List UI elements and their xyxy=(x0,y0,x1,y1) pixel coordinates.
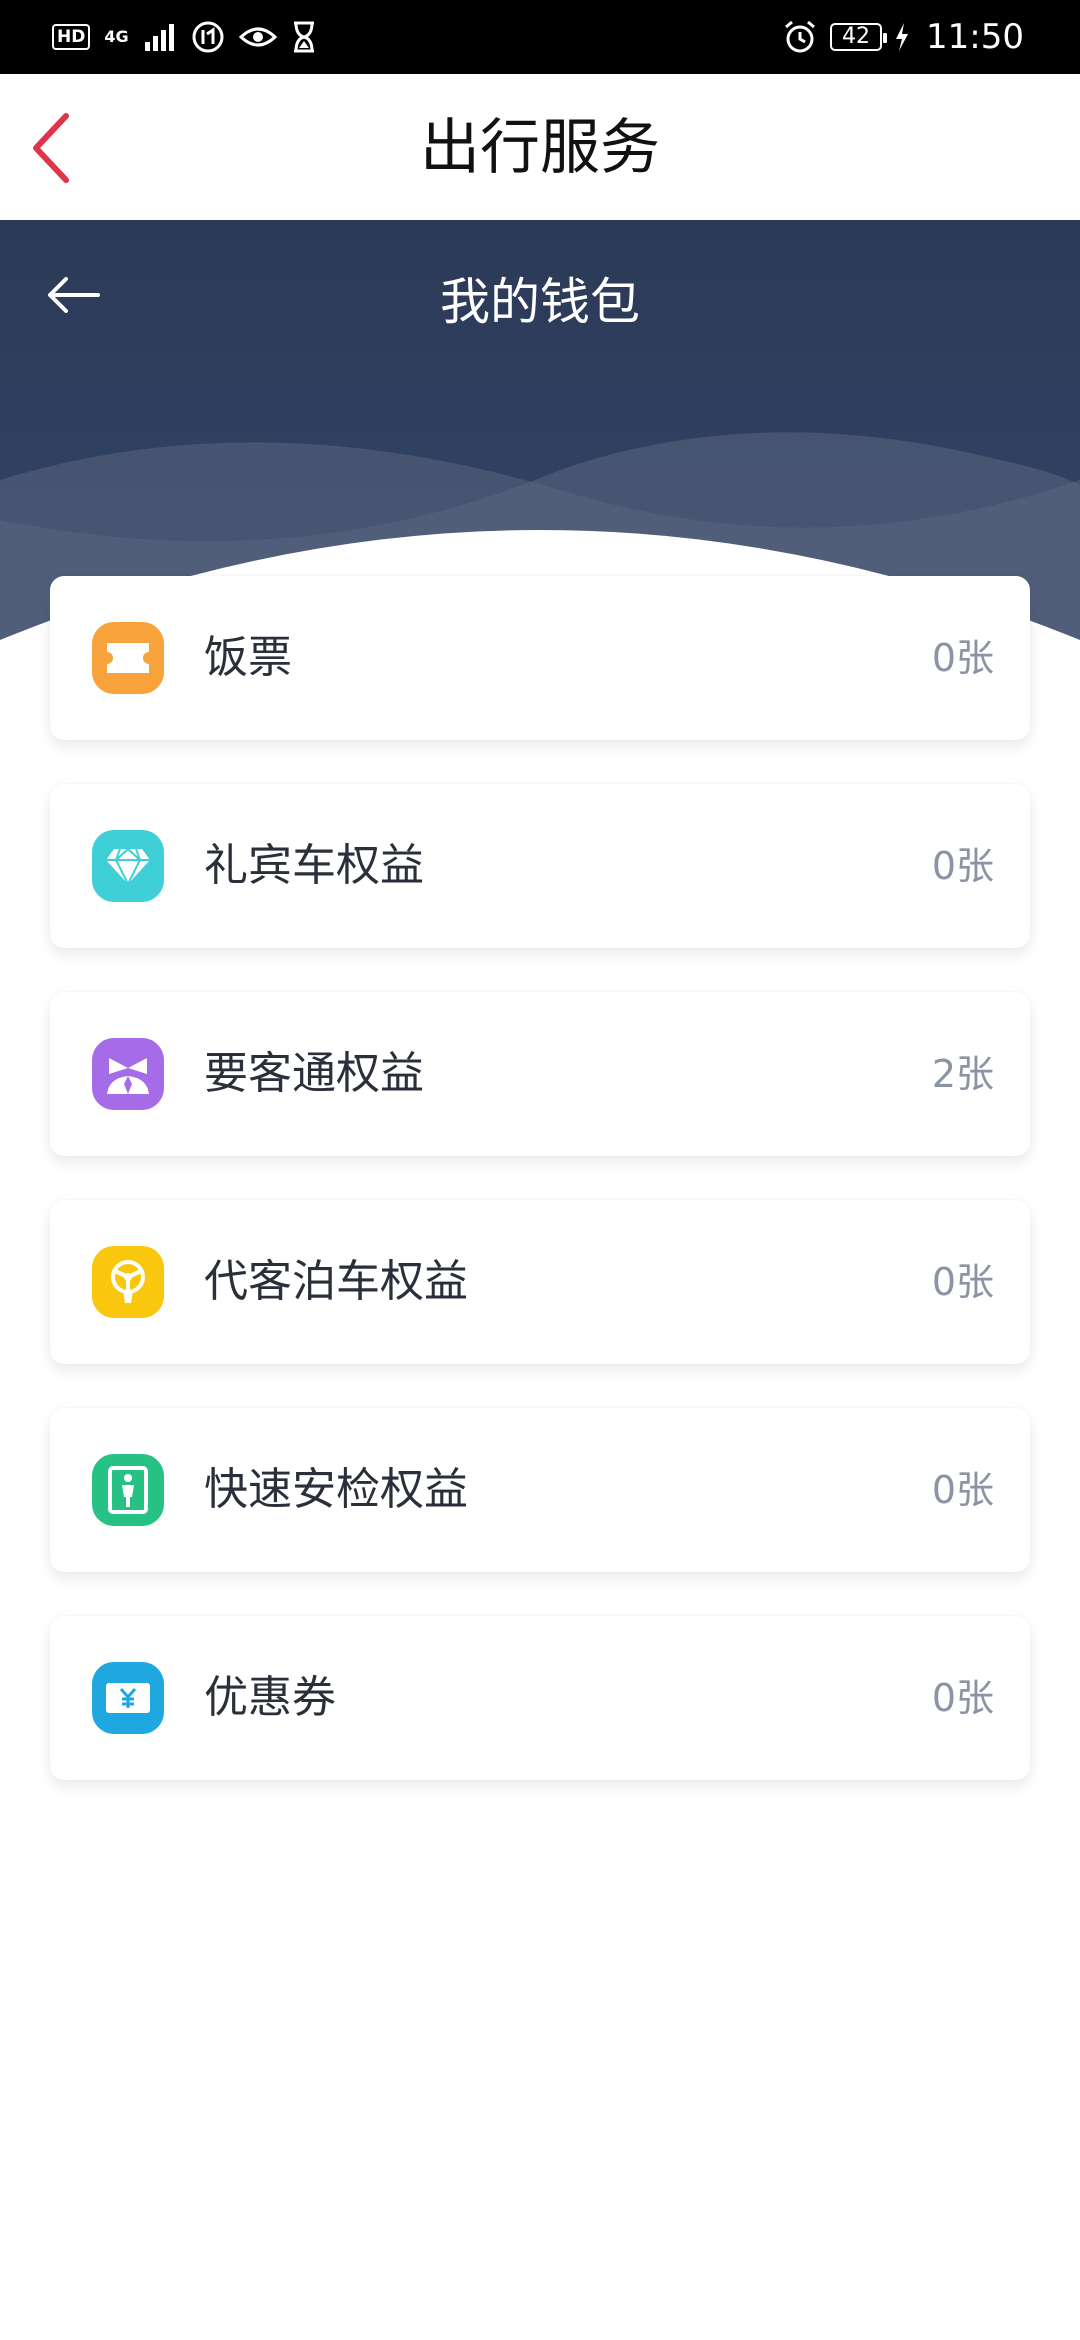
wallet-item-meal-ticket[interactable]: 饭票 0张 xyxy=(50,576,1030,740)
app-bar: 出行服务 xyxy=(0,74,1080,220)
item-label: 饭票 xyxy=(204,632,292,683)
status-left: HD 4G xyxy=(52,14,317,60)
security-check-icon xyxy=(92,1454,164,1526)
alarm-icon xyxy=(782,19,818,55)
page-title: 出行服务 xyxy=(420,113,660,183)
wallet-item-coupon[interactable]: 优惠券 0张 xyxy=(50,1616,1030,1780)
battery-indicator: 42 xyxy=(830,23,888,51)
diamond-icon xyxy=(92,830,164,902)
ticket-icon xyxy=(92,622,164,694)
data-saver-icon xyxy=(191,20,225,54)
wallet-item-valet-parking[interactable]: 代客泊车权益 0张 xyxy=(50,1200,1030,1364)
wallet-title: 我的钱包 xyxy=(440,273,640,331)
hourglass-icon xyxy=(291,21,317,53)
item-count: 0张 xyxy=(931,1468,994,1512)
clock: 11:50 xyxy=(926,17,1024,57)
steering-wheel-icon xyxy=(92,1246,164,1318)
coupon-icon xyxy=(92,1662,164,1734)
charging-icon xyxy=(894,22,910,52)
status-bar: HD 4G 42 11:50 xyxy=(0,0,1080,74)
item-label: 优惠券 xyxy=(204,1672,336,1723)
wallet-item-vip[interactable]: 要客通权益 2张 xyxy=(50,992,1030,1156)
item-count: 0张 xyxy=(931,1676,994,1720)
vip-person-icon xyxy=(92,1038,164,1110)
item-count: 0张 xyxy=(931,844,994,888)
eye-icon xyxy=(238,23,277,51)
item-count: 0张 xyxy=(931,1260,994,1304)
item-count: 0张 xyxy=(931,636,994,680)
signal-icon xyxy=(143,22,177,52)
network-type: 4G xyxy=(104,27,129,46)
wallet-item-fast-security[interactable]: 快速安检权益 0张 xyxy=(50,1408,1030,1572)
hd-badge: HD xyxy=(52,24,91,50)
status-right: 42 11:50 xyxy=(782,14,1024,60)
item-label: 礼宾车权益 xyxy=(204,840,424,891)
item-label: 代客泊车权益 xyxy=(204,1256,468,1307)
item-label: 快速安检权益 xyxy=(204,1464,468,1515)
item-label: 要客通权益 xyxy=(204,1048,424,1099)
item-count: 2张 xyxy=(931,1052,994,1096)
wallet-item-limousine[interactable]: 礼宾车权益 0张 xyxy=(50,784,1030,948)
wallet-list: 饭票 0张 礼宾车权益 0张 要客通权益 2张 代客泊车权益 0张 快速安检权益… xyxy=(50,576,1030,1824)
